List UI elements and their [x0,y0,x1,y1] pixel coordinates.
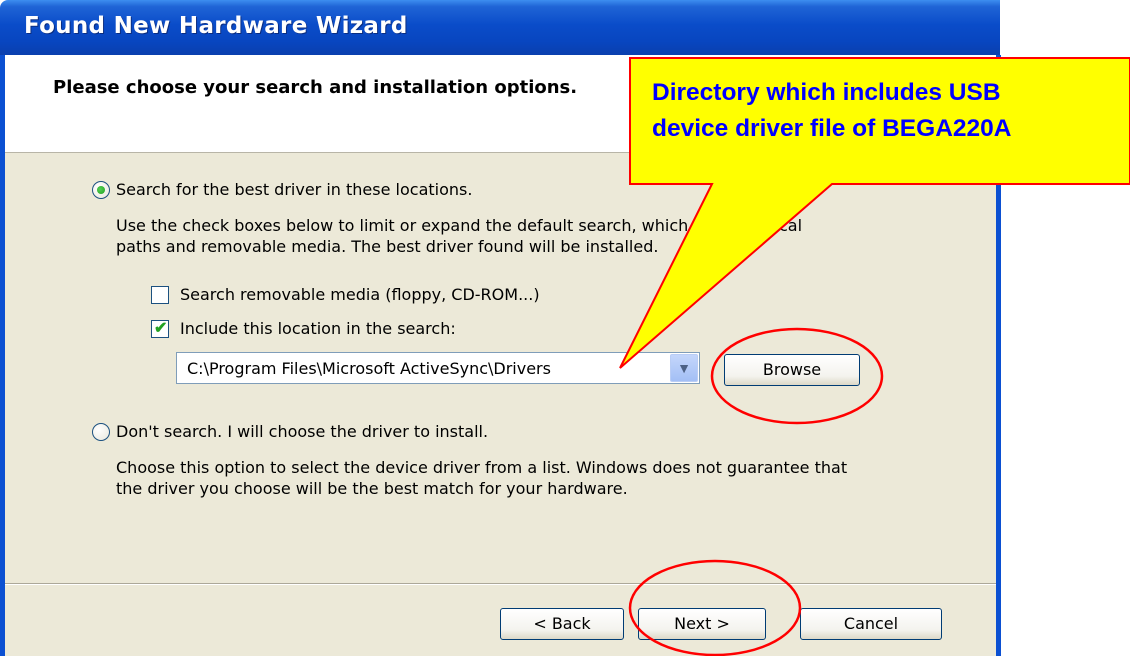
browse-highlight-ellipse [710,327,884,425]
callout-text: Directory which includes USB device driv… [652,75,1122,147]
next-highlight-ellipse [628,559,802,656]
callout-line-1: Directory which includes USB [652,79,1001,106]
callout-line-2: device driver file of BEGA220A [652,115,1012,142]
